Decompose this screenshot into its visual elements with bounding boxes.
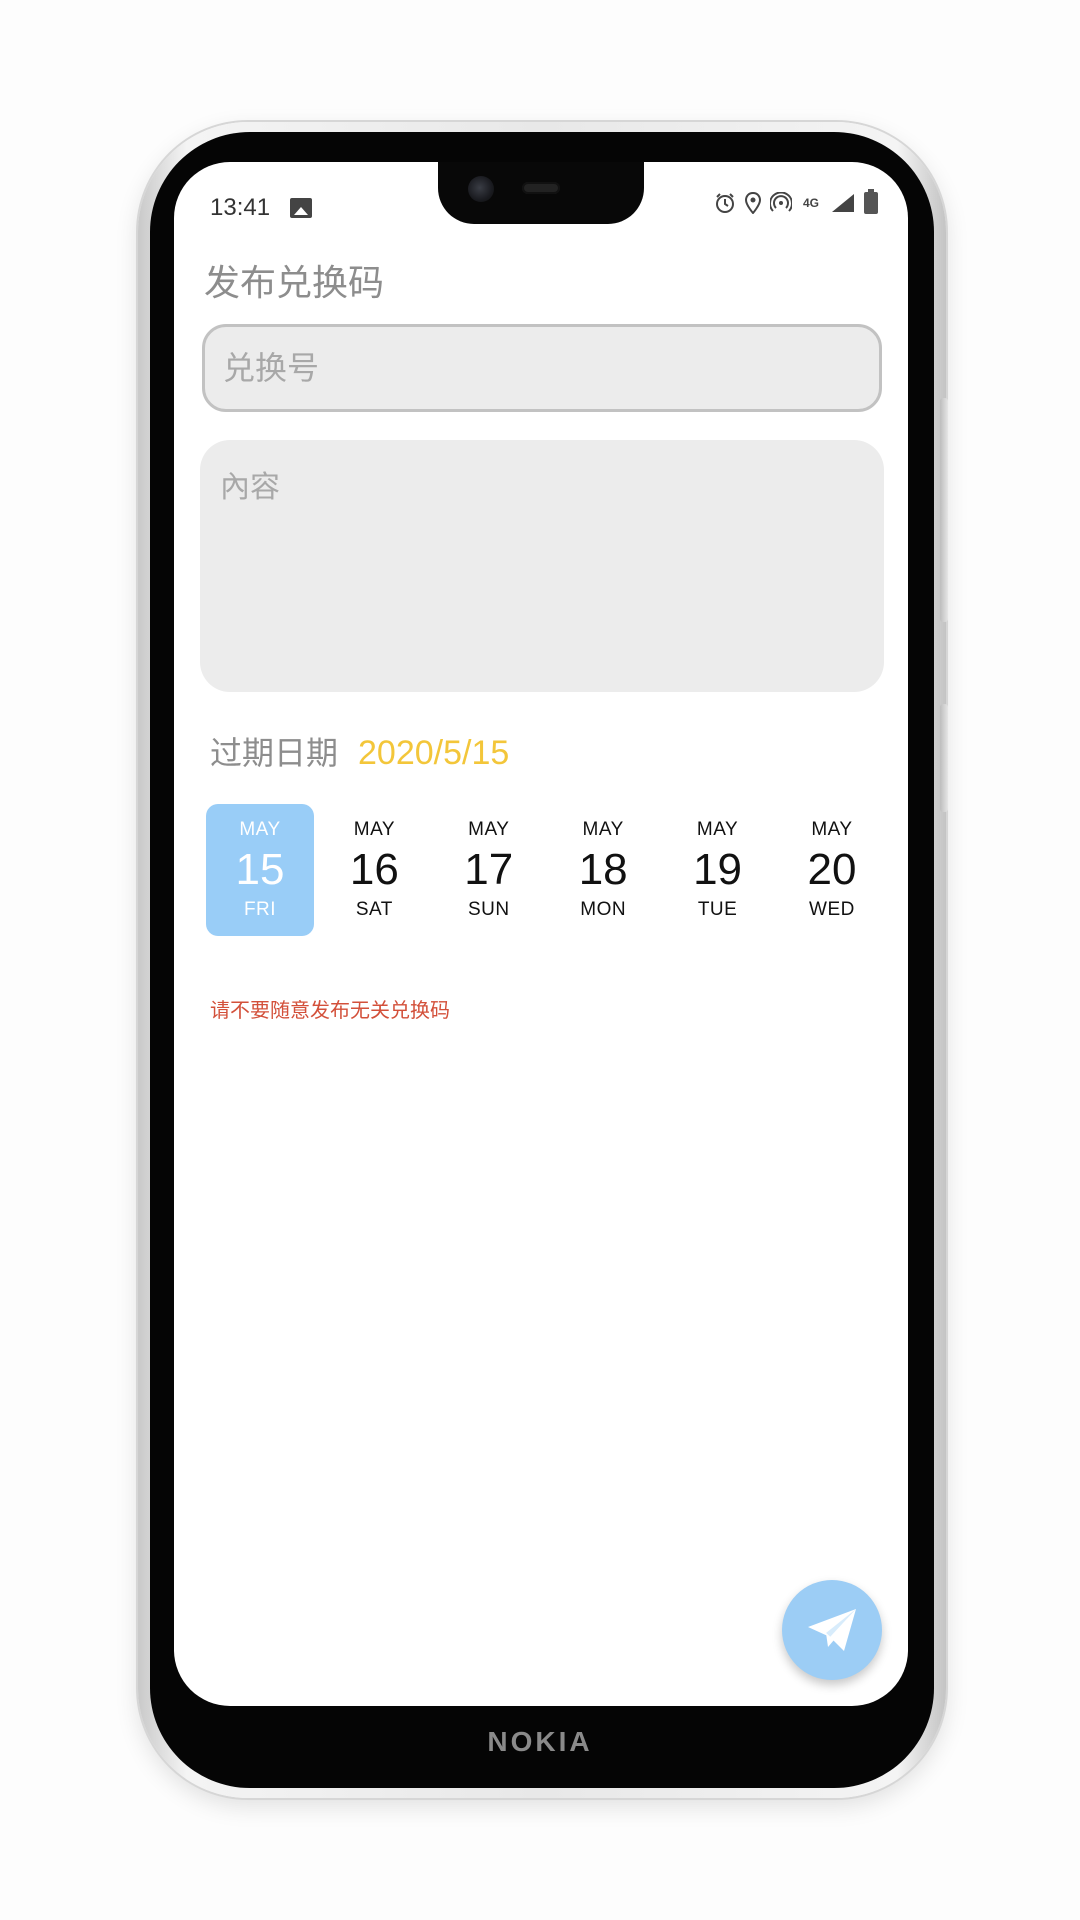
date-day: 20: [807, 845, 857, 894]
date-weekday: WED: [809, 899, 855, 920]
date-month: MAY: [811, 819, 853, 840]
page-title: 发布兑换码: [204, 263, 385, 304]
date-weekday: TUE: [697, 899, 738, 920]
volume-button: [940, 398, 948, 622]
date-picker-strip: MAY 15 FRI MAY 16 SAT MAY 17 SUN MAY 18 MON MAY 19 TUE…: [206, 804, 886, 936]
date-weekday: SUN: [467, 899, 510, 920]
date-day: 19: [693, 845, 743, 894]
date-month: MAY: [696, 819, 739, 840]
submit-fab[interactable]: [782, 1580, 882, 1680]
date-option[interactable]: MAY 19 TUE: [664, 804, 772, 936]
date-month: MAY: [582, 819, 624, 840]
expiry-date-value: 2020/5/15: [358, 734, 510, 772]
warning-notice: 请不要随意发布无关兑换码: [210, 998, 450, 1022]
date-option[interactable]: MAY 15 FRI: [206, 804, 314, 936]
date-day: 15: [235, 845, 285, 894]
image-notification-icon: [290, 198, 312, 218]
expiry-row: 过期日期 2020/5/15: [210, 728, 509, 774]
location-icon: [744, 192, 762, 214]
battery-icon: [864, 189, 878, 214]
date-option[interactable]: MAY 20 WED: [778, 804, 886, 936]
date-month: MAY: [468, 819, 510, 840]
content-textarea[interactable]: [200, 440, 884, 692]
signal-icon: [832, 194, 854, 212]
hotspot-icon: [770, 192, 792, 212]
date-month: MAY: [353, 819, 396, 840]
date-month: MAY: [239, 819, 281, 840]
alarm-icon: [716, 193, 734, 213]
date-option[interactable]: MAY 17 SUN: [435, 804, 543, 936]
date-weekday: SAT: [355, 899, 393, 920]
power-button: [940, 704, 948, 812]
date-weekday: MON: [580, 899, 627, 920]
status-icons: 4G: [714, 189, 878, 214]
redeem-code-input[interactable]: [202, 324, 882, 412]
status-bar: 13:41 4G: [174, 188, 908, 228]
brand-logo: NOKIA: [487, 1726, 593, 1757]
expiry-label: 过期日期: [210, 734, 339, 772]
network-type-label: 4G: [802, 196, 819, 210]
date-day: 18: [578, 845, 628, 894]
date-option[interactable]: MAY 16 SAT: [320, 804, 428, 936]
date-weekday: FRI: [243, 899, 277, 920]
send-icon: [808, 1609, 856, 1651]
date-option[interactable]: MAY 18 MON: [549, 804, 657, 936]
status-time: 13:41: [210, 194, 271, 221]
date-day: 16: [349, 845, 399, 894]
app-screen: 13:41 4G 发布兑换码 兑换号 內容 过期日期 2020/5/15 MAY…: [174, 162, 908, 1706]
date-day: 17: [464, 845, 514, 894]
device-stage: NOKIA 13:41 4G 发布兑换码 兑换号 內容 过期日期 2020/5/…: [0, 0, 1080, 1920]
